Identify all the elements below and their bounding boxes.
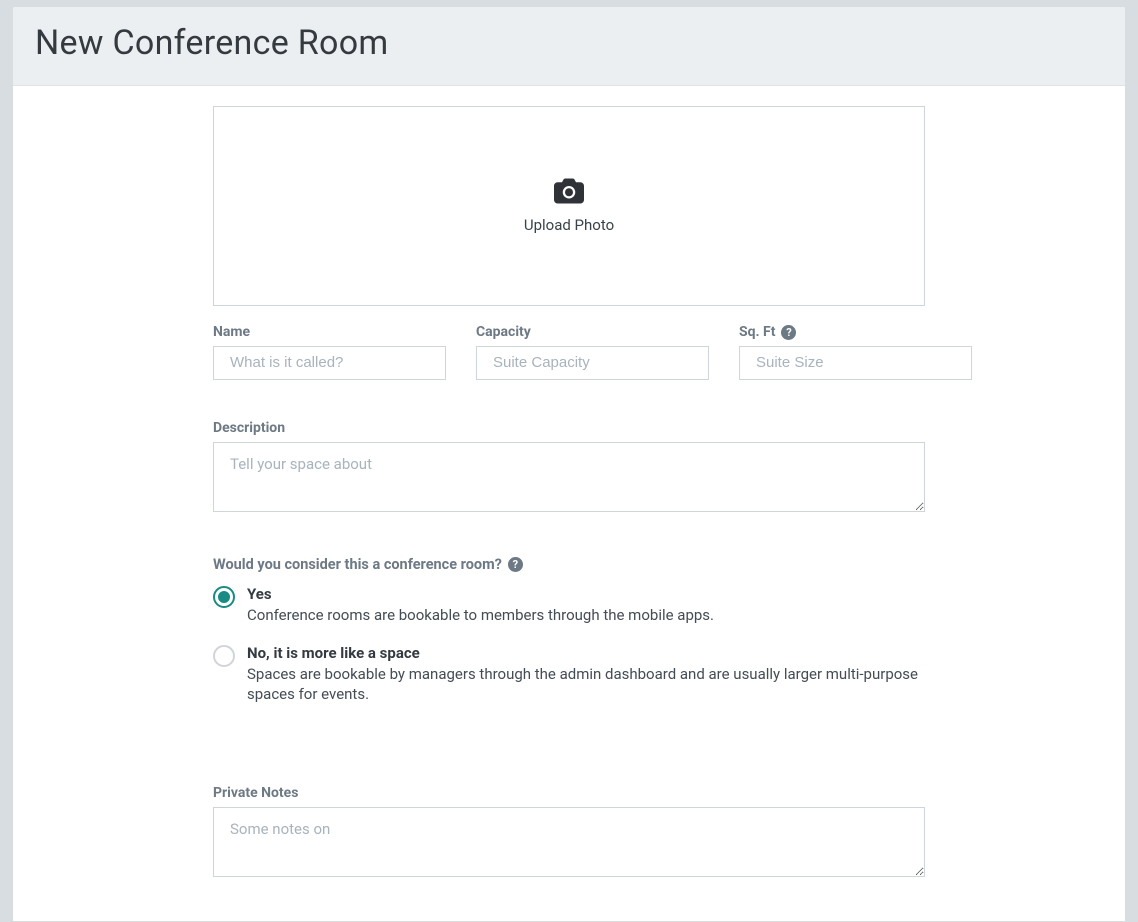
sqft-label-text: Sq. Ft [739,324,775,340]
name-input[interactable] [213,346,446,380]
private-notes-label: Private Notes [213,785,925,801]
radio-option-no[interactable]: No, it is more like a space Spaces are b… [213,644,925,705]
sqft-input[interactable] [739,346,972,380]
conference-question-label: Would you consider this a conference roo… [213,556,925,573]
private-notes-textarea[interactable] [213,807,925,877]
page-title: New Conference Room [35,23,1103,63]
sqft-label: Sq. Ft ? [739,324,972,340]
radio-circle-icon [213,586,235,608]
description-section: Description [213,420,925,516]
help-icon[interactable]: ? [781,325,796,340]
radio-desc-no: Spaces are bookable by managers through … [247,664,925,705]
name-label: Name [213,324,446,340]
private-notes-section: Private Notes [213,785,925,881]
radio-desc-yes: Conference rooms are bookable to members… [247,605,925,626]
description-label: Description [213,420,925,436]
help-icon[interactable]: ? [508,557,523,572]
conference-question-section: Would you consider this a conference roo… [213,556,925,705]
radio-title-yes: Yes [247,585,925,603]
upload-photo-label: Upload Photo [524,216,614,234]
radio-title-no: No, it is more like a space [247,644,925,662]
page-header: New Conference Room [13,7,1125,85]
radio-text-no: No, it is more like a space Spaces are b… [247,644,925,705]
form-body: Upload Photo Name Capacity Sq. Ft ? Des [13,85,1125,921]
upload-photo-box[interactable]: Upload Photo [213,106,925,306]
capacity-field: Capacity [476,324,709,380]
page-sheet: New Conference Room Upload Photo Name Ca… [12,6,1126,922]
capacity-label: Capacity [476,324,709,340]
capacity-input[interactable] [476,346,709,380]
name-field: Name [213,324,446,380]
basic-fields-row: Name Capacity Sq. Ft ? [213,324,925,380]
radio-option-yes[interactable]: Yes Conference rooms are bookable to mem… [213,585,925,626]
sqft-field: Sq. Ft ? [739,324,972,380]
radio-text-yes: Yes Conference rooms are bookable to mem… [247,585,925,626]
conference-question-text: Would you consider this a conference roo… [213,556,502,573]
camera-icon [554,178,584,208]
radio-circle-icon [213,645,235,667]
description-textarea[interactable] [213,442,925,512]
